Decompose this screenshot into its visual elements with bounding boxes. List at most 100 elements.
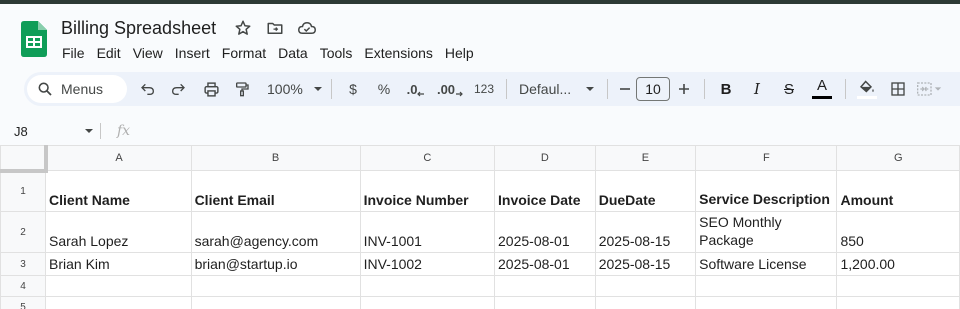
star-icon[interactable]: [232, 17, 254, 39]
column-header-b[interactable]: B: [190, 145, 361, 171]
cell[interactable]: INV-1002: [359, 252, 496, 276]
decrease-font-size-icon[interactable]: [614, 75, 636, 103]
zoom-value: 100%: [267, 81, 303, 97]
increase-font-size-icon[interactable]: [670, 75, 698, 103]
sheets-logo-icon[interactable]: [21, 21, 47, 57]
name-box[interactable]: J8: [0, 124, 100, 139]
italic-button[interactable]: I: [741, 75, 773, 103]
cell[interactable]: [359, 296, 496, 309]
document-title[interactable]: Billing Spreadsheet: [61, 18, 216, 39]
menu-help[interactable]: Help: [439, 42, 480, 64]
cell[interactable]: 2025-08-01: [494, 211, 596, 253]
cell[interactable]: [494, 296, 596, 309]
menu-data[interactable]: Data: [272, 42, 314, 64]
row-header[interactable]: 5: [0, 296, 47, 309]
cell[interactable]: [836, 275, 960, 297]
cell[interactable]: Client Email: [190, 170, 361, 212]
cell[interactable]: [359, 275, 496, 297]
cell[interactable]: sarah@agency.com: [190, 211, 361, 253]
redo-icon[interactable]: [163, 75, 193, 103]
strikethrough-button[interactable]: S: [773, 75, 805, 103]
cell[interactable]: Amount: [836, 170, 960, 212]
formula-bar: J8 fx: [0, 118, 960, 144]
toolbar-divider: [607, 79, 608, 99]
row-header[interactable]: 3: [0, 252, 47, 276]
select-all-corner[interactable]: [0, 145, 48, 173]
font-size-input[interactable]: 10: [636, 77, 670, 101]
cell[interactable]: [494, 275, 596, 297]
cell[interactable]: 850: [836, 211, 960, 253]
table-row: 4: [0, 275, 960, 297]
cell[interactable]: 2025-08-15: [594, 211, 697, 253]
percent-format-button[interactable]: %: [368, 75, 400, 103]
table-row: 2 Sarah Lopez sarah@agency.com INV-1001 …: [0, 211, 960, 253]
column-header-e[interactable]: E: [594, 145, 697, 171]
menu-format[interactable]: Format: [216, 42, 272, 64]
search-menus-button[interactable]: Menus: [27, 75, 127, 103]
cell[interactable]: [594, 296, 697, 309]
search-icon: [38, 82, 52, 96]
increase-decimal-label: .00: [436, 81, 456, 97]
merge-cells-icon[interactable]: [914, 75, 944, 103]
cell[interactable]: [594, 275, 697, 297]
cell[interactable]: [190, 296, 361, 309]
undo-icon[interactable]: [133, 75, 163, 103]
cell[interactable]: [45, 275, 192, 297]
chevron-down-icon: [85, 129, 93, 133]
borders-icon[interactable]: [882, 75, 914, 103]
cell[interactable]: brian@startup.io: [190, 252, 361, 276]
toolbar: Menus 100% $ % .0 .00 123 Defaul... 10 B…: [24, 72, 960, 106]
row-header[interactable]: 2: [0, 211, 47, 253]
menu-extensions[interactable]: Extensions: [358, 42, 438, 64]
cell[interactable]: 2025-08-01: [494, 252, 596, 276]
row-header[interactable]: 1: [0, 170, 47, 212]
paint-format-icon[interactable]: [227, 75, 257, 103]
text-color-button[interactable]: A: [805, 75, 839, 103]
print-icon[interactable]: [195, 75, 227, 103]
column-header-g[interactable]: G: [836, 145, 960, 171]
menu-file[interactable]: File: [56, 42, 91, 64]
currency-format-button[interactable]: $: [338, 75, 368, 103]
move-to-folder-icon[interactable]: [264, 17, 286, 39]
cell[interactable]: Invoice Date: [494, 170, 596, 212]
cell[interactable]: Invoice Number: [359, 170, 496, 212]
zoom-select[interactable]: 100%: [257, 75, 325, 103]
cell[interactable]: [836, 296, 960, 309]
row-header[interactable]: 4: [0, 275, 47, 297]
cell[interactable]: Service Description: [695, 170, 838, 212]
column-header-a[interactable]: A: [45, 145, 192, 171]
more-formats-button[interactable]: 123: [468, 75, 500, 103]
cell[interactable]: SEO Monthly Package: [695, 211, 838, 253]
cell[interactable]: Software License: [695, 252, 838, 276]
cell[interactable]: 1,200.00: [836, 252, 960, 276]
menu-view[interactable]: View: [127, 42, 169, 64]
cloud-saved-icon[interactable]: [296, 17, 318, 39]
decrease-decimal-label: .0: [406, 81, 418, 97]
app-header: Billing Spreadsheet File Edit View Inser…: [0, 4, 960, 68]
menu-tools[interactable]: Tools: [314, 42, 359, 64]
toolbar-divider: [506, 79, 507, 99]
cell[interactable]: Sarah Lopez: [45, 211, 192, 253]
cell[interactable]: [45, 296, 192, 309]
paint-bucket-icon: [859, 79, 874, 93]
text-color-swatch: [812, 96, 832, 99]
cell[interactable]: Client Name: [45, 170, 192, 212]
menu-edit[interactable]: Edit: [91, 42, 127, 64]
decrease-decimal-button[interactable]: .0: [400, 75, 432, 103]
column-header-c[interactable]: C: [359, 145, 496, 171]
increase-decimal-button[interactable]: .00: [432, 75, 468, 103]
bold-button[interactable]: B: [711, 75, 741, 103]
cell[interactable]: Brian Kim: [45, 252, 192, 276]
font-select[interactable]: Defaul...: [513, 75, 601, 103]
chevron-down-icon: [586, 87, 595, 91]
fill-color-button[interactable]: [852, 75, 882, 103]
cell[interactable]: DueDate: [594, 170, 697, 212]
cell[interactable]: 2025-08-15: [594, 252, 697, 276]
cell[interactable]: [695, 275, 838, 297]
cell[interactable]: [190, 275, 361, 297]
menu-insert[interactable]: Insert: [169, 42, 216, 64]
column-header-d[interactable]: D: [494, 145, 596, 171]
cell[interactable]: [695, 296, 838, 309]
column-header-f[interactable]: F: [695, 145, 838, 171]
cell[interactable]: INV-1001: [359, 211, 496, 253]
